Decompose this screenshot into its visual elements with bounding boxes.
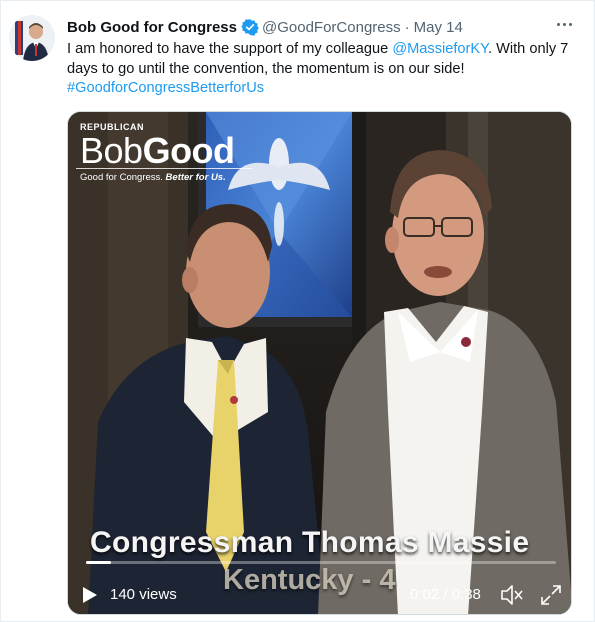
avatar[interactable]: [9, 15, 55, 61]
mention-link[interactable]: @MassieforKY: [392, 41, 488, 57]
play-icon[interactable]: [82, 586, 98, 604]
campaign-logo: REPUBLICAN BobGood Good for Congress. Be…: [76, 122, 252, 184]
view-count: 140 views: [110, 586, 177, 603]
video-time: 0:02 / 0:38: [410, 586, 481, 603]
verified-badge-icon: [241, 18, 259, 36]
tweet-text: I am honored to have the support of my c…: [67, 40, 582, 99]
video-caption-name: Congressman Thomas Massie: [90, 526, 530, 559]
tweet-text-part1: I am honored to have the support of my c…: [67, 41, 393, 57]
separator-dot: ·: [404, 18, 410, 36]
logo-tagline-part2: Better for Us.: [162, 172, 226, 183]
logo-tagline-part1: Good for Congress.: [80, 172, 163, 183]
tweet-date[interactable]: May 14: [414, 19, 463, 36]
mute-icon[interactable]: [500, 584, 524, 606]
video-player[interactable]: REPUBLICAN BobGood Good for Congress. Be…: [67, 111, 572, 615]
display-name[interactable]: Bob Good for Congress: [67, 19, 237, 36]
fullscreen-icon[interactable]: [540, 584, 562, 606]
more-dots-icon[interactable]: [551, 13, 577, 35]
tweet-card[interactable]: Bob Good for Congress @GoodForCongress ·…: [0, 0, 595, 622]
logo-name-part2: Good: [142, 130, 235, 171]
video-progress-fill: [86, 561, 111, 564]
logo-name: BobGood: [80, 130, 235, 172]
video-progress-bar[interactable]: [86, 561, 556, 564]
logo-name-part1: Bob: [80, 130, 143, 171]
logo-tagline: Good for Congress. Better for Us.: [80, 172, 226, 183]
tweet-header: Bob Good for Congress @GoodForCongress ·…: [67, 17, 567, 37]
handle[interactable]: @GoodForCongress: [262, 19, 401, 36]
video-caption-district: Kentucky - 4: [223, 564, 396, 596]
hashtag-link[interactable]: #GoodforCongressBetterforUs: [67, 80, 264, 96]
logo-divider: [76, 168, 252, 169]
